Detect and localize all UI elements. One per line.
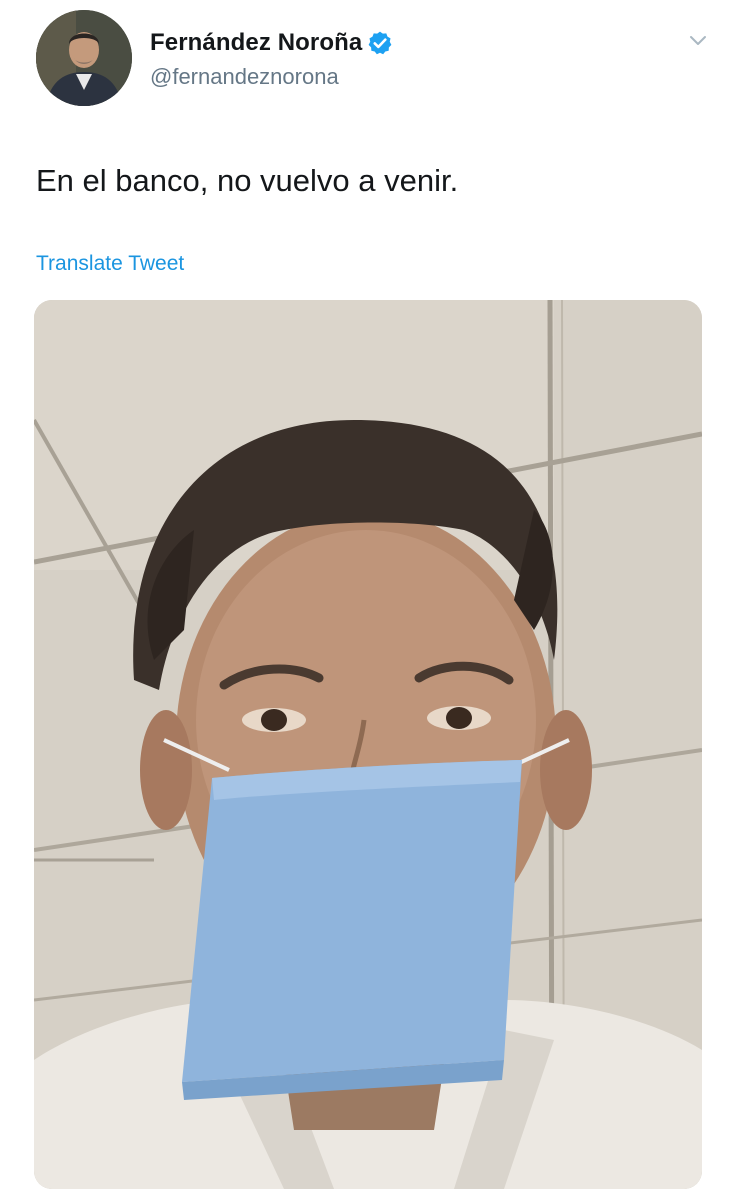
tweet-photo[interactable] [34, 300, 702, 1189]
tweet-text: En el banco, no vuelvo a venir. [36, 163, 459, 198]
tweet-card: Fernández Noroña @fernandeznorona En el … [0, 0, 739, 1200]
avatar-image [36, 10, 132, 106]
user-handle[interactable]: @fernandeznorona [150, 64, 393, 90]
author-info: Fernández Noroña @fernandeznorona [150, 28, 393, 90]
translate-tweet-link[interactable]: Translate Tweet [36, 252, 184, 276]
verified-badge-icon [367, 30, 393, 56]
selfie-photo [34, 300, 702, 1189]
avatar[interactable] [36, 10, 132, 106]
display-name-row: Fernández Noroña [150, 28, 393, 58]
display-name[interactable]: Fernández Noroña [150, 29, 362, 57]
chevron-down-icon[interactable] [687, 30, 709, 52]
